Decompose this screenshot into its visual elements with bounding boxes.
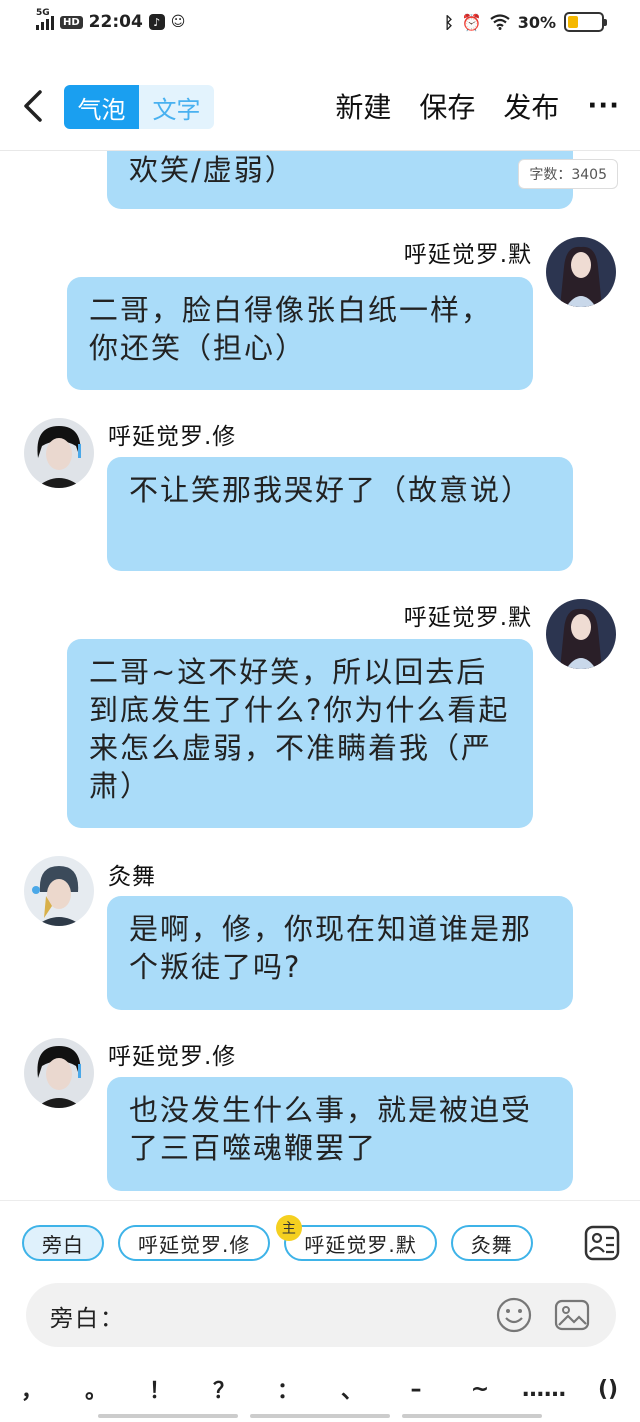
message-bubble[interactable]: 二哥，脸白得像张白纸一样，你还笑（担心） [67,277,533,390]
message-text: 也没发生什么事，就是被迫受了三百噬魂鞭罢了 [129,1093,533,1165]
punct-key[interactable]: ！ [131,1373,189,1405]
main-role-badge: 主 [276,1215,303,1241]
composer-panel: 旁白 呼延觉罗.修 主 呼延觉罗.默 灸舞 旁白： ， 。 ！ ？ ： 、 – … [0,1200,640,1422]
message-text: 欢笑/虚弱） [129,153,296,187]
emoji-icon[interactable] [496,1297,532,1333]
punct-key[interactable]: ？ [195,1373,253,1405]
input-speaker-label: 旁白： [50,1306,125,1332]
message-bubble[interactable]: 是啊，修，你现在知道谁是那个叛徒了吗? [107,896,573,1010]
word-count-badge: 字数：3405 [518,159,618,189]
punct-key[interactable]: ， [3,1373,61,1405]
role-list-icon[interactable] [584,1225,620,1261]
status-bar: 5G HD 22:04 ♪ ☺ ᛒ ⏰ 30% [0,0,640,50]
punct-key[interactable]: () [579,1377,637,1402]
role-chip-mo[interactable]: 主 呼延觉罗.默 [276,1215,437,1261]
speaker-name: 呼延觉罗.默 [403,605,532,631]
message-input[interactable]: 旁白： [26,1283,616,1347]
avatar-mo[interactable] [546,599,616,669]
avatar-xiu[interactable] [24,1038,94,1108]
more-menu-icon[interactable]: ··· [587,91,620,121]
message-bubble[interactable]: 不让笑那我哭好了（故意说） [107,457,573,571]
role-chip-narrator[interactable]: 旁白 [22,1225,104,1261]
wifi-icon [490,14,510,30]
save-button[interactable]: 保存 [419,86,475,126]
status-right: ᛒ ⏰ 30% [444,12,607,32]
speaker-name: 灸舞 [108,864,156,890]
punct-key[interactable]: 。 [67,1373,125,1405]
punct-key[interactable]: ： [259,1373,317,1405]
tab-bubble[interactable]: 气泡 [64,85,139,129]
message-text: 不让笑那我哭好了（故意说） [129,473,533,507]
publish-button[interactable]: 发布 [503,86,559,126]
speaker-name: 呼延觉罗.默 [403,242,532,268]
message-bubble[interactable]: 欢笑/虚弱） [107,151,573,209]
avatar-xiu[interactable] [24,418,94,488]
speaker-name: 呼延觉罗.修 [108,424,237,450]
tab-text[interactable]: 文字 [139,85,214,129]
notification-icon: ☺ [170,14,186,30]
chat-area[interactable]: 欢笑/虚弱） 字数：3405 呼延觉罗.默 二哥，脸白得像张白纸一样，你还笑（担… [0,151,640,1199]
back-arrow-icon[interactable] [18,86,48,126]
message-bubble[interactable]: 也没发生什么事，就是被迫受了三百噬魂鞭罢了 [107,1077,573,1191]
punctuation-bar: ， 。 ！ ？ ： 、 – ~ …… () [0,1371,640,1407]
signal-icon: 5G [36,8,54,30]
clock: 22:04 [88,12,143,32]
status-left: 5G HD 22:04 ♪ ☺ [36,8,186,32]
image-icon[interactable] [554,1297,590,1333]
message-text: 二哥，脸白得像张白纸一样，你还笑（担心） [89,293,493,365]
avatar-jiuwu[interactable] [24,856,94,926]
network-label: 5G [36,8,50,18]
role-chip-label: 呼延觉罗.默 [304,1232,417,1257]
message-bubble[interactable]: 二哥~这不好笑，所以回去后到底发生了什么?你为什么看起来怎么虚弱，不准瞒着我（严… [67,639,533,828]
nav-actions: 新建 保存 发布 ··· [335,86,620,126]
battery-icon [564,12,607,32]
message-text: 二哥~这不好笑，所以回去后到底发生了什么?你为什么看起来怎么虚弱，不准瞒着我（严… [89,655,510,803]
punct-key[interactable]: 、 [323,1373,381,1405]
gesture-bar [0,1414,640,1420]
avatar-mo[interactable] [546,237,616,307]
bluetooth-icon: ᛒ [444,12,454,32]
hd-badge: HD [60,15,83,29]
role-chip-jiuwu[interactable]: 灸舞 [450,1225,533,1261]
alarm-icon: ⏰ [461,12,482,32]
speaker-name: 呼延觉罗.修 [108,1044,237,1070]
nav-bar: 气泡 文字 新建 保存 发布 ··· [0,70,640,144]
role-chip-xiu[interactable]: 呼延觉罗.修 [118,1225,271,1261]
message-text: 是啊，修，你现在知道谁是那个叛徒了吗? [129,912,533,984]
battery-percent: 30% [517,12,556,32]
punct-key[interactable]: ~ [451,1377,509,1402]
new-button[interactable]: 新建 [335,86,391,126]
punct-key[interactable]: – [387,1377,445,1402]
role-selector: 旁白 呼延觉罗.修 主 呼延觉罗.默 灸舞 [22,1215,533,1261]
tiktok-icon: ♪ [148,14,165,30]
mode-toggle: 气泡 文字 [64,85,214,129]
punct-key[interactable]: …… [515,1377,573,1402]
